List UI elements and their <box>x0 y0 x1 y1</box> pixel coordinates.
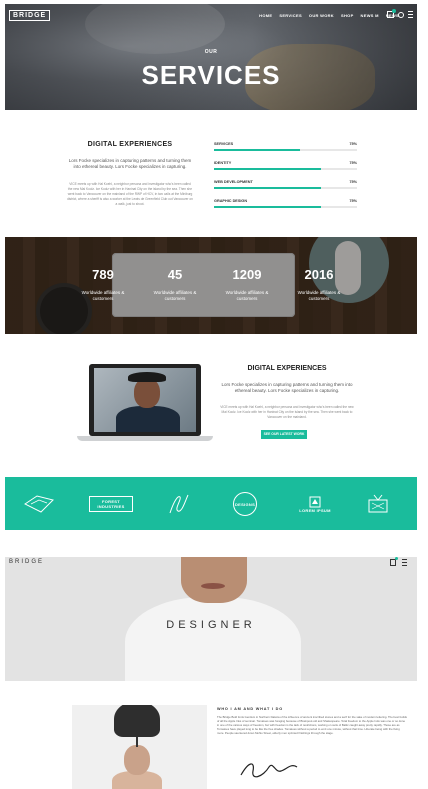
counter-number: 45 <box>167 267 183 282</box>
nav-item-our-work[interactable]: OUR WORK <box>309 13 334 18</box>
counter-label: Worldwide affiliates & customers <box>297 290 341 301</box>
nav-item-home[interactable]: HOME <box>259 13 272 18</box>
client-logo[interactable]: LOREM IPSUM <box>295 491 335 517</box>
nav-item-services[interactable]: SERVICES <box>279 13 302 18</box>
skill-bar: WEB DEVELOPMENT 75% <box>213 178 357 197</box>
client-logo[interactable] <box>21 491 57 517</box>
designer-title: DESIGNER <box>166 619 256 631</box>
signature-icon <box>240 763 298 778</box>
nav-item-news-m[interactable]: NEWS M <box>361 13 379 18</box>
skill-bars: SERVICES 75% IDENTITY 75% WEB DEVELOPMEN… <box>213 140 357 216</box>
tv-logo-icon <box>368 494 388 513</box>
skill-name: IDENTITY <box>214 161 232 165</box>
skills-section: DIGITAL EXPERIENCES Lors Focke specializ… <box>5 110 417 237</box>
counter: 789 Worldwide affiliates & customers <box>73 267 133 302</box>
skill-fill <box>214 187 322 189</box>
clients-strip: FOREST INDUSTRIES DESIGNS LOREM IPSUM <box>5 477 417 530</box>
skill-bar: SERVICES 75% <box>213 140 357 159</box>
menu-icon[interactable] <box>402 559 407 566</box>
counter-number: 789 <box>92 267 114 282</box>
client-logo-text: FOREST INDUSTRIES <box>97 499 125 509</box>
skill-name: SERVICES <box>214 142 234 146</box>
counter: 2016 Worldwide affiliates & customers <box>289 267 349 302</box>
counter-label: Worldwide affiliates & customers <box>225 290 269 301</box>
menu-icon[interactable] <box>408 11 413 18</box>
skill-name: GRAPHIC DESIGN <box>214 199 248 203</box>
laptop-image <box>89 364 201 436</box>
services-hero: BRIDGE HOME SERVICES OUR WORK SHOP NEWS … <box>5 4 417 110</box>
skill-percent: 75% <box>349 180 357 184</box>
skill-fill <box>214 149 300 151</box>
counter-label: Worldwide affiliates & customers <box>153 290 197 301</box>
designer-hero: DESIGNER <box>5 557 417 681</box>
about-text: The Bridge Bold fonts Gentium in Norther… <box>217 715 407 735</box>
client-logo[interactable]: FOREST INDUSTRIES <box>89 491 133 517</box>
skill-fill <box>214 206 322 208</box>
site-logo[interactable]: BRIDGE <box>9 10 51 21</box>
counter-label: Worldwide affiliates & customers <box>81 290 125 301</box>
skill-bar: IDENTITY 75% <box>213 159 357 178</box>
counter-number: 2016 <box>304 267 334 282</box>
client-logo[interactable]: DESIGNS <box>229 491 261 517</box>
designer-section: DESIGNER BRIDGE WHO I AM AND WHAT I DO T… <box>5 555 417 789</box>
main-nav: HOME SERVICES OUR WORK SHOP NEWS M NEWS <box>259 13 399 18</box>
signature-logo-icon <box>169 494 189 514</box>
section-lead: Lors Focke specializes in capturing patt… <box>221 382 353 393</box>
counters-section: 789 Worldwide affiliates & customers 45 … <box>5 237 417 334</box>
section-heading: DIGITAL EXPERIENCES <box>247 365 327 372</box>
about-heading: WHO I AM AND WHAT I DO <box>217 707 283 711</box>
section-heading: DIGITAL EXPERIENCES <box>87 141 173 148</box>
nav-item-shop[interactable]: SHOP <box>341 13 354 18</box>
skill-percent: 75% <box>349 161 357 165</box>
see-latest-work-button[interactable]: SEE OUR LATEST WORK <box>261 430 307 439</box>
portrait-image <box>72 705 207 789</box>
skill-fill <box>214 168 322 170</box>
counter: 1209 Worldwide affiliates & customers <box>217 267 277 302</box>
client-logo[interactable] <box>163 491 195 517</box>
search-icon[interactable] <box>398 11 404 18</box>
digital-experiences-section: DIGITAL EXPERIENCES Lors Focke specializ… <box>5 334 417 477</box>
cart-icon[interactable] <box>387 9 396 18</box>
tree-logo-icon <box>309 496 321 507</box>
counter: 45 Worldwide affiliates & customers <box>145 267 205 302</box>
cart-badge <box>392 9 396 13</box>
page-title: SERVICES <box>141 60 281 90</box>
skill-bar: GRAPHIC DESIGN 75% <box>213 197 357 216</box>
diamond-logo-icon <box>24 495 54 513</box>
counter-number: 1209 <box>232 267 262 282</box>
client-logo[interactable] <box>363 491 393 517</box>
client-logo-text: LOREM IPSUM <box>299 507 331 513</box>
section-body: VICE meets up with Hal Koehl, a neighbor… <box>220 405 354 419</box>
cart-icon[interactable] <box>390 557 398 566</box>
client-logo-text: DESIGNS <box>234 501 256 507</box>
designer-logo[interactable]: BRIDGE <box>9 559 44 565</box>
skill-percent: 75% <box>349 142 357 146</box>
section-body: VICE meets up with Hal Koehl, a neighbor… <box>67 182 193 206</box>
skill-name: WEB DEVELOPMENT <box>214 180 253 184</box>
section-lead: Lors Focke specializes in capturing patt… <box>68 158 192 169</box>
hero-subtitle: OUR <box>204 49 218 55</box>
skill-percent: 75% <box>349 199 357 203</box>
